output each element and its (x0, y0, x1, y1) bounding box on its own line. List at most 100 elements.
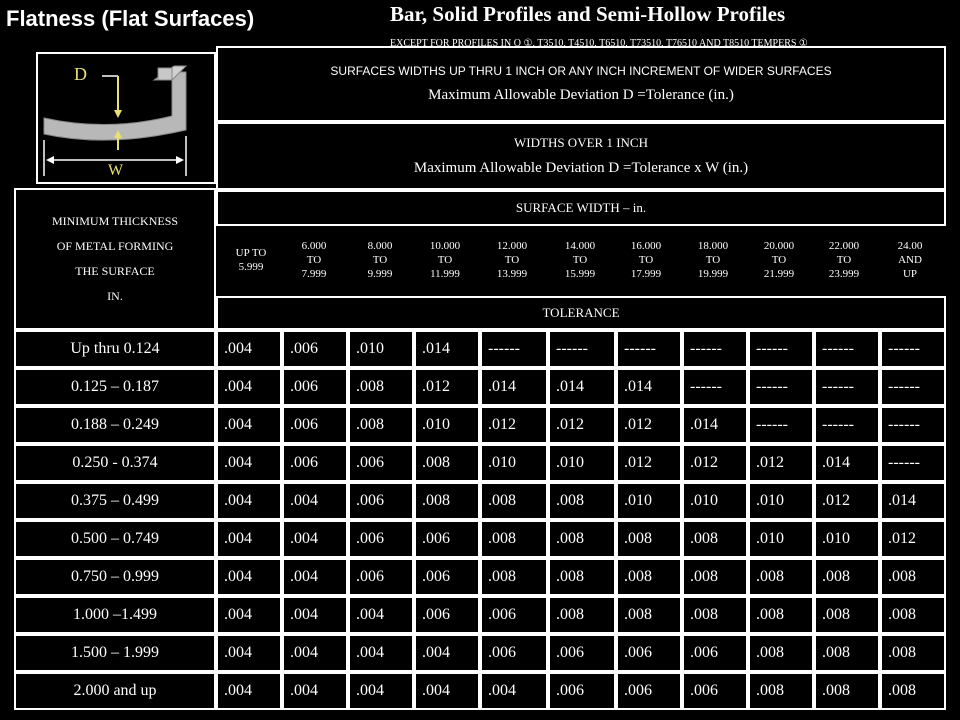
tolerance-cell: .008 (814, 558, 880, 596)
tolerance-cell: .008 (480, 520, 548, 558)
tolerance-cell: .006 (548, 672, 616, 710)
thickness-row-label: Up thru 0.124 (14, 330, 216, 368)
tolerance-cell: .006 (414, 596, 480, 634)
tolerance-cell: ------ (880, 368, 946, 406)
tolerance-cell: .014 (880, 482, 946, 520)
tolerance-cell: .004 (216, 634, 282, 672)
tolerance-cell: .012 (748, 444, 814, 482)
thickness-range: 0.250 - 0.374 (72, 454, 158, 471)
tolerance-cell: .004 (282, 596, 348, 634)
tolerance-cell: .008 (548, 520, 616, 558)
tolerance-cell: .014 (682, 406, 748, 444)
tolerance-cell: .006 (282, 330, 348, 368)
min-thickness-label: MINIMUM THICKNESS OF METAL FORMING THE S… (51, 213, 179, 304)
tolerance-cell: .004 (216, 444, 282, 482)
tolerance-cell: .008 (880, 634, 946, 672)
tolerance-cell: .006 (282, 368, 348, 406)
tolerance-cell: .010 (682, 482, 748, 520)
thickness-row-label: 0.500 – 0.749 (14, 520, 216, 558)
tolerance-cell: .014 (616, 368, 682, 406)
wide-caption: WIDTHS OVER 1 INCH (514, 135, 648, 151)
tolerance-cell: ------ (880, 406, 946, 444)
tolerance-cell: .014 (814, 444, 880, 482)
tolerance-cell: .004 (348, 596, 414, 634)
tolerance-cell: .010 (748, 520, 814, 558)
tolerance-cell: .008 (814, 672, 880, 710)
tolerance-cell: .008 (480, 558, 548, 596)
thickness-range: 0.500 – 0.749 (71, 530, 159, 547)
width-column-header: 18.000 TO 19.999 (683, 226, 743, 296)
tolerance-cell: .004 (216, 406, 282, 444)
tolerance-cell: .006 (282, 444, 348, 482)
width-column-label: 12.000 TO 13.999 (496, 240, 528, 280)
tolerance-cell: .006 (480, 596, 548, 634)
width-column-label: 14.000 TO 15.999 (564, 240, 596, 280)
tolerance-cell: .010 (616, 482, 682, 520)
tolerance-cell: .012 (616, 444, 682, 482)
tolerance-cell: .006 (682, 672, 748, 710)
tolerance-cell: .008 (616, 520, 682, 558)
tolerance-cell: .008 (748, 596, 814, 634)
tolerance-cell: .010 (348, 330, 414, 368)
page-title: Flatness (Flat Surfaces) (6, 6, 255, 31)
tolerance-cell: .010 (814, 520, 880, 558)
tolerance-cell: .006 (348, 558, 414, 596)
tolerance-cell: .006 (348, 482, 414, 520)
surfaces-deviation: Maximum Allowable Deviation D =Tolerance… (428, 87, 734, 104)
thickness-row-label: 0.125 – 0.187 (14, 368, 216, 406)
tolerance-cell: .012 (414, 368, 480, 406)
thickness-range: 2.000 and up (73, 682, 157, 699)
min-thickness-header: MINIMUM THICKNESS OF METAL FORMING THE S… (14, 188, 216, 330)
tolerance-cell: .012 (880, 520, 946, 558)
tolerance-cell: .008 (682, 520, 748, 558)
tolerance-cell: .004 (348, 672, 414, 710)
tolerance-cell: .004 (480, 672, 548, 710)
tolerance-cell: .008 (880, 596, 946, 634)
width-column-header: 14.000 TO 15.999 (550, 226, 610, 296)
thickness-range: Up thru 0.124 (70, 340, 160, 357)
width-column-header: 16.000 TO 17.999 (616, 226, 676, 296)
thickness-row-label: 1.500 – 1.999 (14, 634, 216, 672)
tolerance-cell: .008 (616, 596, 682, 634)
wide-surfaces-box: WIDTHS OVER 1 INCH Maximum Allowable Dev… (216, 122, 946, 190)
tolerance-cell: .004 (414, 634, 480, 672)
width-column-label: 10.000 TO 11.999 (429, 240, 461, 280)
surfaces-caption: SURFACES WIDTHS UP THRU 1 INCH OR ANY IN… (330, 63, 832, 78)
tolerance-cell: ------ (814, 368, 880, 406)
thickness-row-label: 1.000 –1.499 (14, 596, 216, 634)
tolerance-cell: .012 (616, 406, 682, 444)
wide-deviation: Maximum Allowable Deviation D =Tolerance… (413, 159, 749, 176)
tolerance-cell: .008 (682, 558, 748, 596)
tolerance-cell: .004 (282, 520, 348, 558)
tolerance-cell: ------ (616, 330, 682, 368)
tolerance-cell: .004 (216, 368, 282, 406)
width-column-label: 18.000 TO 19.999 (697, 240, 729, 280)
width-column-header: 12.000 TO 13.999 (482, 226, 542, 296)
tolerance-cell: ------ (880, 330, 946, 368)
tolerance-cell: ------ (814, 330, 880, 368)
tolerance-cell: .004 (216, 482, 282, 520)
tolerance-cell: .012 (480, 406, 548, 444)
tolerance-cell: .006 (414, 558, 480, 596)
tolerance-cell: .004 (216, 558, 282, 596)
flatness-diagram: D W (36, 52, 216, 184)
tolerance-cell: ------ (682, 368, 748, 406)
tolerance-cell: .006 (414, 520, 480, 558)
tolerance-cell: .008 (748, 672, 814, 710)
surface-width-label: SURFACE WIDTH – in. (515, 200, 647, 216)
tolerance-cell: .008 (414, 482, 480, 520)
tolerance-cell: .004 (216, 596, 282, 634)
tolerance-cell: .008 (748, 634, 814, 672)
tolerance-cell: ------ (814, 406, 880, 444)
tolerance-cell: .010 (748, 482, 814, 520)
tolerance-cell: .006 (616, 672, 682, 710)
thickness-range: 0.375 – 0.499 (71, 492, 159, 509)
flatness-diagram-graphic (43, 65, 188, 176)
width-column-header: 8.000 TO 9.999 (351, 226, 409, 296)
width-column-label: 22.000 TO 23.999 (828, 240, 860, 280)
width-column-label: UP TO 5.999 (235, 247, 267, 273)
tolerance-cell: .006 (282, 406, 348, 444)
tolerance-cell: ------ (880, 444, 946, 482)
tolerance-cell: .008 (616, 558, 682, 596)
tolerance-label: TOLERANCE (542, 305, 620, 321)
